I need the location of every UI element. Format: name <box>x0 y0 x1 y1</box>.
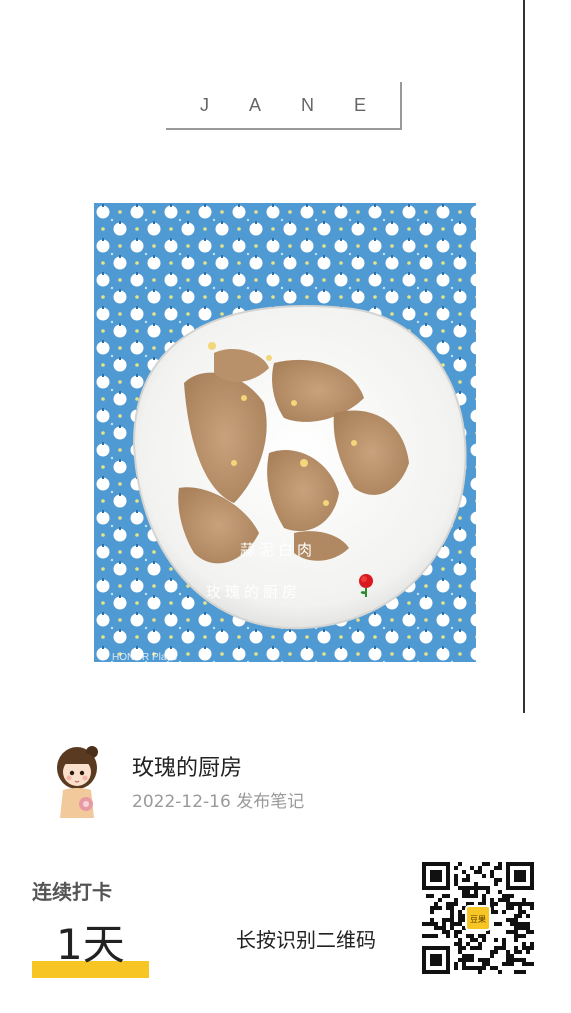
overlay-title: 蒜泥白肉 <box>240 541 316 559</box>
avatar-girl-icon <box>57 746 98 818</box>
avatar[interactable] <box>48 740 106 820</box>
food-photo: 蒜泥白肉 玫瑰的厨房 HONOR Play3 <box>94 203 476 662</box>
publish-date: 2022-12-16 发布笔记 <box>132 792 305 812</box>
streak-label: 连续打卡 <box>32 880 112 904</box>
qr-hint: 长按识别二维码 <box>236 928 376 952</box>
author-name[interactable]: 玫瑰的厨房 <box>132 750 242 782</box>
streak-value: 1天 <box>56 920 125 969</box>
brand-box: JANE <box>166 82 402 130</box>
qr-logo-text: 豆果 <box>470 915 486 924</box>
brand-text: JANE <box>199 94 406 115</box>
overlay-author: 玫瑰的厨房 <box>206 583 301 601</box>
device-watermark: HONOR Play3 <box>112 652 177 662</box>
vertical-divider <box>523 0 525 713</box>
qr-code[interactable]: 豆果 <box>422 862 534 974</box>
profile-section: 玫瑰的厨房 2022-12-16 发布笔记 <box>48 740 508 826</box>
